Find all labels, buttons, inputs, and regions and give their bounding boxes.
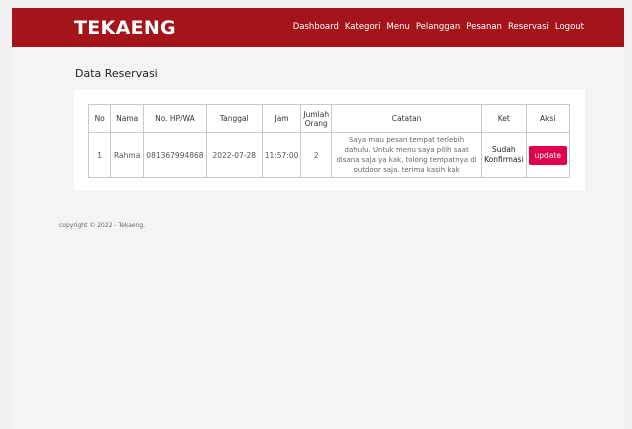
table-row: 1 Rahma 081367994868 2022-07-28 11:57:00… — [87, 132, 571, 178]
col-no: No — [87, 104, 112, 133]
col-tanggal: Tanggal — [205, 104, 263, 133]
nav-menu[interactable]: Menu — [387, 22, 410, 32]
brand-logo[interactable]: TEKAENG — [74, 17, 176, 39]
reservation-card: No Nama No. HP/WA Tanggal Jam Jumlah Ora… — [74, 90, 585, 190]
nav-reservasi[interactable]: Reservasi — [508, 22, 549, 32]
cell-ket: Sudah Konfirmasi — [481, 132, 527, 178]
col-nama: Nama — [110, 104, 144, 133]
nav-logout[interactable]: Logout — [555, 22, 584, 32]
col-hp: No. HP/WA — [143, 104, 207, 133]
nav-pelanggan[interactable]: Pelanggan — [416, 22, 460, 32]
col-ket: Ket — [481, 104, 527, 133]
reservation-table: No Nama No. HP/WA Tanggal Jam Jumlah Ora… — [87, 104, 571, 178]
page-title: Data Reservasi — [75, 67, 158, 80]
cell-no: 1 — [87, 132, 112, 178]
col-jam: Jam — [261, 104, 302, 133]
cell-hp: 081367994868 — [143, 132, 207, 178]
col-jumlah: Jumlah Orang — [300, 104, 333, 133]
nav-kategori[interactable]: Kategori — [345, 22, 381, 32]
nav-menu: Dashboard Kategori Menu Pelanggan Pesana… — [293, 22, 584, 32]
nav-pesanan[interactable]: Pesanan — [466, 22, 502, 32]
cell-jumlah: 2 — [300, 132, 333, 178]
page-frame: TEKAENG Dashboard Kategori Menu Pelangga… — [12, 8, 624, 429]
navbar: TEKAENG Dashboard Kategori Menu Pelangga… — [12, 8, 624, 47]
col-catatan: Catatan — [331, 104, 483, 133]
cell-tanggal: 2022-07-28 — [205, 132, 263, 178]
cell-nama: Rahma — [110, 132, 144, 178]
cell-jam: 11:57:00 — [261, 132, 302, 178]
cell-catatan: Saya mau pesan tempat terlebih dahulu. U… — [331, 132, 483, 178]
footer-copyright: copyright © 2022 - Tekaeng. — [59, 222, 146, 229]
col-aksi: Aksi — [525, 104, 571, 133]
cell-aksi: update — [525, 132, 571, 178]
table-header-row: No Nama No. HP/WA Tanggal Jam Jumlah Ora… — [87, 104, 571, 133]
update-button[interactable]: update — [528, 145, 567, 165]
nav-dashboard[interactable]: Dashboard — [293, 22, 339, 32]
